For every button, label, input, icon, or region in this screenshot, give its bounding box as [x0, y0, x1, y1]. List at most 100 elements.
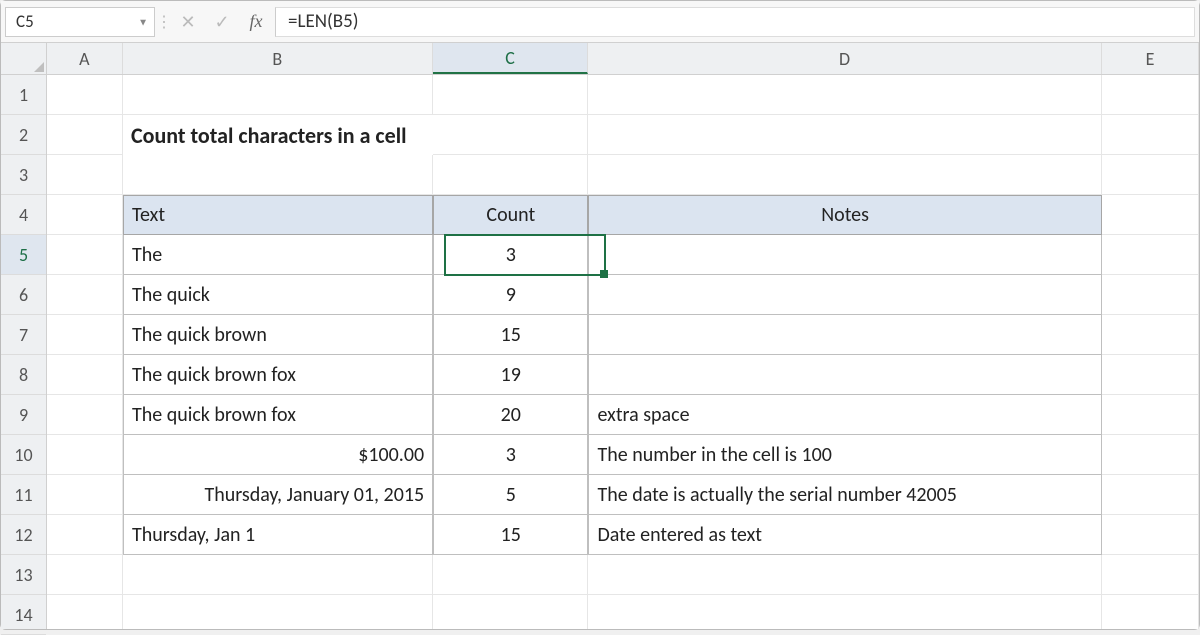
cell-C11[interactable]: 5 — [433, 475, 588, 515]
cell-D3[interactable] — [588, 155, 1101, 195]
row-header-5[interactable]: 5 — [1, 235, 46, 275]
row-header-3[interactable]: 3 — [1, 155, 46, 195]
enter-icon[interactable]: ✓ — [207, 11, 237, 33]
row-header-11[interactable]: 11 — [1, 475, 46, 515]
name-box-dropdown-icon[interactable]: ▼ — [138, 15, 148, 28]
cell-C7[interactable]: 15 — [433, 315, 588, 355]
cell-E7[interactable] — [1102, 315, 1199, 355]
cell-B13[interactable] — [123, 555, 433, 595]
cell-E1[interactable] — [1102, 75, 1199, 115]
formula-bar: C5 ▼ ⋮ ✕ ✓ fx =LEN(B5) — [1, 1, 1199, 43]
cell-D12[interactable]: Date entered as text — [588, 515, 1101, 555]
header-notes[interactable]: Notes — [588, 195, 1101, 235]
row-header-1[interactable]: 1 — [1, 75, 46, 115]
cell-A2[interactable] — [47, 115, 123, 155]
name-box[interactable]: C5 ▼ — [5, 7, 155, 37]
cell-A8[interactable] — [47, 355, 123, 395]
cell-E4[interactable] — [1102, 195, 1199, 235]
cell-A7[interactable] — [47, 315, 123, 355]
cell-A14[interactable] — [47, 595, 123, 629]
row-header-12[interactable]: 12 — [1, 515, 46, 555]
cell-E5[interactable] — [1102, 235, 1199, 275]
cell-B10[interactable]: $100.00 — [123, 435, 433, 475]
cell-D1[interactable] — [588, 75, 1101, 115]
cell-C9[interactable]: 20 — [433, 395, 588, 435]
cell-A11[interactable] — [47, 475, 123, 515]
cell-D9[interactable]: extra space — [588, 395, 1101, 435]
cell-B9[interactable]: The quick brown fox — [123, 395, 433, 435]
cell-E11[interactable] — [1102, 475, 1199, 515]
cell-D10[interactable]: The number in the cell is 100 — [588, 435, 1101, 475]
grid[interactable]: Count total characters in a cell TextCoun… — [47, 75, 1199, 629]
column-header-A[interactable]: A — [47, 43, 123, 74]
header-count[interactable]: Count — [433, 195, 588, 235]
cell-E6[interactable] — [1102, 275, 1199, 315]
select-all-corner[interactable] — [1, 43, 46, 75]
row-header-4[interactable]: 4 — [1, 195, 46, 235]
cell-E2[interactable] — [1102, 115, 1199, 155]
cell-C14[interactable] — [433, 595, 588, 629]
row-header-8[interactable]: 8 — [1, 355, 46, 395]
cell-E9[interactable] — [1102, 395, 1199, 435]
cancel-icon[interactable]: ✕ — [173, 11, 203, 33]
separator-icon: ⋮ — [159, 12, 169, 32]
cell-E13[interactable] — [1102, 555, 1199, 595]
cell-C8[interactable]: 19 — [433, 355, 588, 395]
cell-A10[interactable] — [47, 435, 123, 475]
cell-B11[interactable]: Thursday, January 01, 2015 — [123, 475, 433, 515]
row-header-13[interactable]: 13 — [1, 555, 46, 595]
cell-B8[interactable]: The quick brown fox — [123, 355, 433, 395]
cell-A13[interactable] — [47, 555, 123, 595]
cell-C1[interactable] — [433, 75, 588, 115]
column-header-D[interactable]: D — [588, 43, 1102, 74]
cell-A5[interactable] — [47, 235, 123, 275]
cell-C10[interactable]: 3 — [433, 435, 588, 475]
formula-input[interactable]: =LEN(B5) — [275, 7, 1195, 37]
cell-B7[interactable]: The quick brown — [123, 315, 433, 355]
row-header-10[interactable]: 10 — [1, 435, 46, 475]
cell-D6[interactable] — [588, 275, 1101, 315]
header-text[interactable]: Text — [123, 195, 433, 235]
column-headers: ABCDE — [47, 43, 1199, 75]
cell-C5[interactable]: 3 — [433, 235, 588, 275]
cell-A6[interactable] — [47, 275, 123, 315]
cell-D5[interactable] — [588, 235, 1101, 275]
column-header-B[interactable]: B — [123, 43, 433, 74]
cell-E10[interactable] — [1102, 435, 1199, 475]
cell-B6[interactable]: The quick — [123, 275, 433, 315]
row-header-7[interactable]: 7 — [1, 315, 46, 355]
cell-E8[interactable] — [1102, 355, 1199, 395]
cell-C3[interactable] — [433, 155, 588, 195]
cell-E3[interactable] — [1102, 155, 1199, 195]
cell-A1[interactable] — [47, 75, 123, 115]
row-header-9[interactable]: 9 — [1, 395, 46, 435]
cell-B1[interactable] — [123, 75, 433, 115]
cell-B12[interactable]: Thursday, Jan 1 — [123, 515, 433, 555]
cell-E12[interactable] — [1102, 515, 1199, 555]
cell-C6[interactable]: 9 — [433, 275, 588, 315]
cell-C12[interactable]: 15 — [433, 515, 588, 555]
cell-D11[interactable]: The date is actually the serial number 4… — [588, 475, 1101, 515]
cell-B3[interactable] — [123, 155, 433, 195]
cell-D2[interactable] — [588, 115, 1101, 155]
cell-D8[interactable] — [588, 355, 1101, 395]
cell-D7[interactable] — [588, 315, 1101, 355]
row-header-2[interactable]: 2 — [1, 115, 46, 155]
fx-icon[interactable]: fx — [241, 11, 271, 32]
column-header-E[interactable]: E — [1102, 43, 1199, 74]
cell-A3[interactable] — [47, 155, 123, 195]
cell-D14[interactable] — [588, 595, 1101, 629]
cell-B5[interactable]: The — [123, 235, 433, 275]
row-header-6[interactable]: 6 — [1, 275, 46, 315]
row-header-14[interactable]: 14 — [1, 595, 46, 635]
cell-E14[interactable] — [1102, 595, 1199, 629]
cell-B14[interactable] — [123, 595, 433, 629]
column-header-C[interactable]: C — [433, 43, 588, 74]
cell-C2[interactable] — [433, 115, 588, 155]
cell-A12[interactable] — [47, 515, 123, 555]
cell-A4[interactable] — [47, 195, 123, 235]
cell-C13[interactable] — [433, 555, 588, 595]
cell-D13[interactable] — [588, 555, 1101, 595]
cell-A9[interactable] — [47, 395, 123, 435]
page-title[interactable]: Count total characters in a cell — [123, 115, 433, 155]
